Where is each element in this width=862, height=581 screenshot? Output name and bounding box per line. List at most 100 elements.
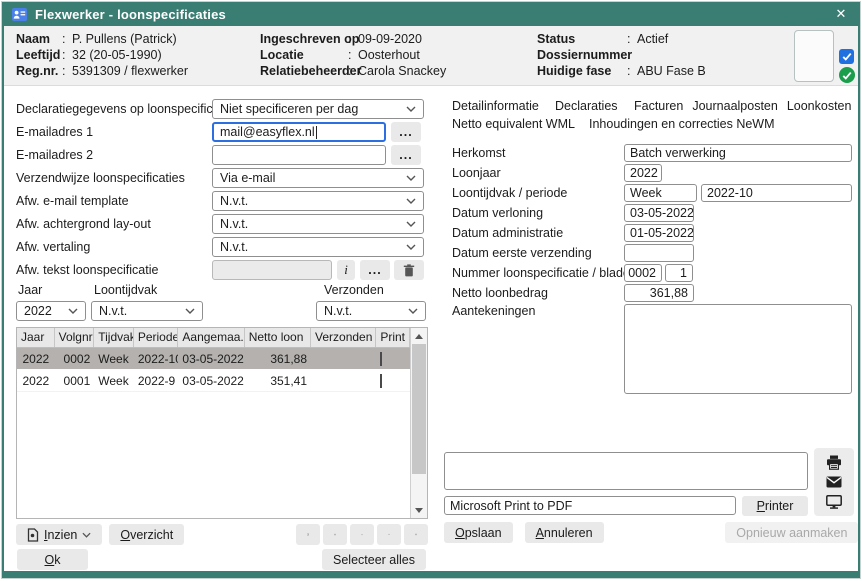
col-jaar[interactable]: Jaar: [17, 328, 55, 347]
periode-input[interactable]: 2022-10: [701, 184, 852, 202]
netto-loonbedrag-value: 361,88: [650, 286, 688, 300]
print-output-button[interactable]: [823, 453, 845, 472]
opnieuw-aanmaken-button[interactable]: Opnieuw aanmaken: [725, 522, 858, 543]
regnr-value: 5391309 / flexwerker: [72, 63, 188, 79]
cell-aangemaakt: 03-05-2022: [178, 352, 244, 366]
close-icon[interactable]: ✕: [832, 5, 850, 23]
col-tijdvak[interactable]: Tijdvak: [94, 328, 134, 347]
afw-tekst-label: Afw. tekst loonspecificatie: [16, 263, 212, 277]
herkomst-input[interactable]: Batch verwerking: [624, 144, 852, 162]
col-print[interactable]: Print: [376, 328, 410, 347]
bladen-input[interactable]: 1: [665, 264, 693, 282]
dialog-window: Flexwerker - loonspecificaties ✕ Naam:P.…: [1, 1, 861, 579]
scrollbar-thumb[interactable]: [412, 344, 426, 474]
afw-tekst-browse-button[interactable]: ...: [360, 260, 390, 280]
envelope-icon: [826, 476, 842, 488]
print-checkbox[interactable]: [380, 374, 382, 388]
scroll-down-icon[interactable]: [411, 502, 427, 518]
locatie-label: Locatie: [260, 47, 348, 63]
overzicht-button[interactable]: Overzicht: [109, 524, 184, 545]
herkomst-value: Batch verwerking: [630, 146, 726, 160]
emailadres1-input[interactable]: mail@easyflex.nl: [212, 122, 386, 142]
last-row-button[interactable]: [404, 524, 428, 545]
tab-detailinformatie[interactable]: Detailinformatie: [452, 98, 546, 114]
regnr-label: Reg.nr.: [16, 63, 62, 79]
table-row[interactable]: 2022 0001 Week 2022-9 03-05-2022 351,41: [17, 370, 410, 392]
annuleren-label: Annuleren: [536, 526, 593, 540]
col-volgnr[interactable]: Volgnr: [55, 328, 95, 347]
afw-tekst-delete-button[interactable]: [394, 260, 424, 280]
tijdvak-value: Week: [630, 186, 662, 200]
scroll-up-icon[interactable]: [411, 328, 427, 344]
tab-loonkosten[interactable]: Loonkosten: [787, 98, 852, 114]
verzendwijze-select[interactable]: Via e-mail: [212, 168, 424, 188]
tab-facturen[interactable]: Facturen: [634, 98, 683, 114]
row-navigation: [296, 524, 428, 545]
datum-administratie-input[interactable]: 01-05-2022: [624, 224, 694, 242]
aantekeningen-textarea[interactable]: [624, 304, 852, 394]
annuleren-button[interactable]: Annuleren: [525, 522, 604, 543]
afw-tekst-input[interactable]: [212, 260, 332, 280]
afw-email-template-select[interactable]: N.v.t.: [212, 191, 424, 211]
first-row-button[interactable]: [323, 524, 347, 545]
loontijdvak-filter-select[interactable]: N.v.t.: [91, 301, 203, 321]
verzonden-filter-label: Verzonden: [324, 283, 384, 297]
loonjaar-value: 2022: [630, 166, 658, 180]
tab-inhoudingen-correcties[interactable]: Inhoudingen en correcties NeWM: [589, 116, 775, 132]
dossiernummer-label: Dossiernummer: [537, 47, 627, 63]
filter-row: 2022 N.v.t. N.v.t.: [16, 301, 428, 321]
naam-label: Naam: [16, 31, 62, 47]
tijdvak-input[interactable]: Week: [624, 184, 697, 202]
selecteer-alles-button[interactable]: Selecteer alles: [322, 549, 426, 570]
inzien-button[interactable]: Inzien: [16, 524, 102, 545]
cell-jaar: 2022: [17, 374, 55, 388]
tab-netto-equivalent-wml[interactable]: Netto equivalent WML: [452, 116, 589, 132]
tab-declaraties[interactable]: Declaraties: [555, 98, 625, 114]
text-cursor: [316, 126, 317, 139]
declaratiegegevens-select[interactable]: Niet specificeren per dag: [212, 99, 424, 119]
printer-label: Printer: [757, 499, 794, 513]
table-row[interactable]: 2022 0002 Week 2022-10 03-05-2022 361,88: [17, 348, 410, 370]
col-netto-loon[interactable]: Netto loon: [245, 328, 311, 347]
left-panel: Declaratiegegevens op loonspecificatie N…: [4, 86, 436, 571]
print-checkbox[interactable]: [380, 352, 382, 366]
select-value: 2022: [24, 304, 68, 318]
loonspecificaties-table: Jaar Volgnr Tijdvak Periode Aangemaa... …: [16, 327, 428, 519]
naam-value: P. Pullens (Patrick): [72, 31, 177, 47]
afw-tekst-info-button[interactable]: i: [337, 260, 355, 280]
screen-output-button[interactable]: [823, 493, 845, 512]
copy-button[interactable]: [296, 524, 320, 545]
datum-verloning-input[interactable]: 03-05-2022: [624, 204, 694, 222]
printer-button[interactable]: Printer: [742, 496, 808, 516]
nummer-loonspecificatie-input[interactable]: 0002: [624, 264, 662, 282]
col-periode[interactable]: Periode: [134, 328, 179, 347]
afw-vertaling-select[interactable]: N.v.t.: [212, 237, 424, 257]
table-header: Jaar Volgnr Tijdvak Periode Aangemaa... …: [17, 328, 410, 348]
emailadres1-browse-button[interactable]: ...: [391, 122, 421, 142]
verzonden-filter-select[interactable]: N.v.t.: [316, 301, 426, 321]
email-output-button[interactable]: [823, 473, 845, 492]
chevron-down-icon: [406, 106, 416, 112]
cell-netto: 361,88: [245, 352, 311, 366]
table-scrollbar[interactable]: [410, 328, 427, 518]
afw-achtergrond-select[interactable]: N.v.t.: [212, 214, 424, 234]
datum-eerste-verzending-input[interactable]: [624, 244, 694, 262]
blue-checkbox-icon[interactable]: [839, 49, 854, 64]
loonjaar-input[interactable]: 2022: [624, 164, 662, 182]
cell-netto: 351,41: [245, 374, 311, 388]
select-value: Via e-mail: [220, 171, 406, 185]
emailadres2-input[interactable]: [212, 145, 386, 165]
col-aangemaakt[interactable]: Aangemaa...: [178, 328, 244, 347]
netto-loonbedrag-input[interactable]: 361,88: [624, 284, 694, 302]
col-verzonden[interactable]: Verzonden: [311, 328, 376, 347]
emailadres2-browse-button[interactable]: ...: [391, 145, 421, 165]
next-row-button[interactable]: [377, 524, 401, 545]
tab-journaalposten[interactable]: Journaalposten: [692, 98, 777, 114]
jaar-filter-select[interactable]: 2022: [16, 301, 86, 321]
opslaan-button[interactable]: Opslaan: [444, 522, 513, 543]
cell-aangemaakt: 03-05-2022: [178, 374, 244, 388]
previous-row-button[interactable]: [350, 524, 374, 545]
printer-name-input[interactable]: Microsoft Print to PDF: [444, 496, 736, 515]
print-document-box[interactable]: [444, 452, 808, 490]
ok-button[interactable]: Ok: [17, 549, 88, 570]
